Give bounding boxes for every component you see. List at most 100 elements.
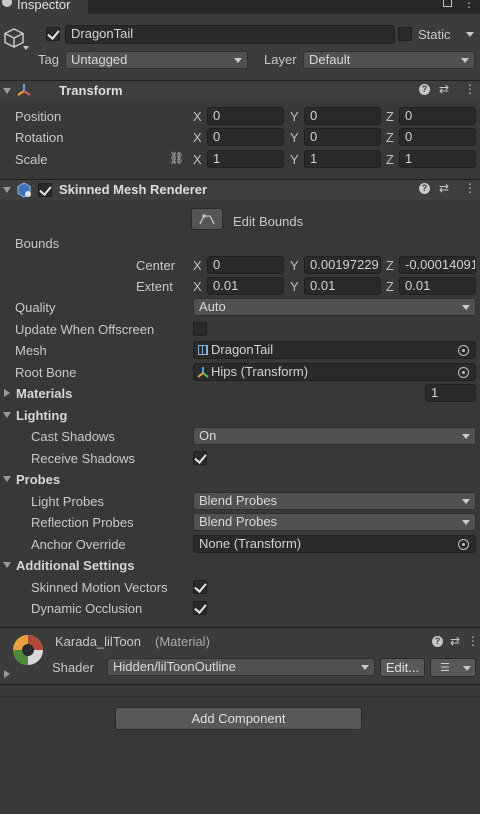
shader-value: Hidden/lilToonOutline: [113, 659, 236, 674]
scale-x-field[interactable]: 1: [207, 150, 284, 168]
update-offscreen-checkbox[interactable]: [193, 322, 207, 336]
scale-x-label[interactable]: X: [193, 152, 202, 168]
shader-options-button[interactable]: ☰: [430, 658, 476, 677]
extent-z-field[interactable]: 0.01: [399, 277, 476, 295]
extent-y-field[interactable]: 0.01: [304, 277, 381, 295]
materials-count-field[interactable]: 1: [425, 384, 476, 402]
center-z-label[interactable]: Z: [386, 258, 394, 274]
center-x-label[interactable]: X: [193, 258, 202, 274]
skinned-motion-vectors-checkbox[interactable]: [193, 580, 207, 594]
skinned-mesh-renderer-icon: [17, 182, 31, 198]
constrain-proportions-icon[interactable]: ⛓: [169, 151, 184, 165]
scale-y-label[interactable]: Y: [290, 152, 299, 168]
extent-x-label[interactable]: X: [193, 279, 202, 295]
probes-foldout-icon[interactable]: [3, 476, 11, 482]
icon-dropdown-arrow-icon[interactable]: [23, 46, 29, 50]
quality-dropdown[interactable]: Auto: [193, 298, 476, 316]
light-probes-dropdown[interactable]: Blend Probes: [193, 492, 476, 510]
smr-foldout-icon[interactable]: [3, 187, 11, 193]
center-y-field[interactable]: 0.00197229: [304, 256, 381, 274]
transform-icon: [17, 84, 31, 96]
edit-bounds-button[interactable]: [191, 208, 223, 230]
receive-shadows-checkbox[interactable]: [193, 451, 207, 465]
tab-menu-icon[interactable]: ⋮: [463, 0, 475, 10]
position-z-field[interactable]: 0: [399, 107, 476, 125]
position-label: Position: [15, 109, 62, 124]
transform-title: Transform: [59, 83, 123, 98]
presets-icon[interactable]: ⇄: [439, 82, 449, 96]
center-y-label[interactable]: Y: [290, 258, 299, 274]
reflection-probes-dropdown[interactable]: Blend Probes: [193, 513, 476, 531]
help-icon[interactable]: ?: [419, 183, 430, 194]
quality-label: Quality: [15, 300, 56, 315]
gameobject-icon[interactable]: [3, 27, 25, 49]
static-dropdown-arrow-icon[interactable]: [466, 32, 474, 37]
probes-label[interactable]: Probes: [16, 472, 60, 488]
anchor-override-object-field[interactable]: None (Transform): [193, 535, 476, 553]
extent-z-label[interactable]: Z: [386, 279, 394, 295]
info-icon: [2, 0, 12, 7]
shader-label: Shader: [52, 660, 94, 675]
scale-z-label[interactable]: Z: [386, 152, 394, 168]
object-picker-icon[interactable]: [458, 367, 469, 378]
extent-x-field[interactable]: 0.01: [207, 277, 284, 295]
object-picker-icon[interactable]: [458, 539, 469, 550]
material-foldout-icon[interactable]: [4, 670, 10, 678]
position-x-label[interactable]: X: [193, 109, 202, 125]
additional-settings-foldout-icon[interactable]: [3, 562, 11, 568]
chevron-down-icon: [462, 499, 470, 504]
scale-y-field[interactable]: 1: [304, 150, 381, 168]
lighting-label[interactable]: Lighting: [16, 408, 67, 424]
smr-enabled-checkbox[interactable]: [38, 183, 52, 197]
presets-icon[interactable]: ⇄: [439, 181, 449, 195]
mesh-object-field[interactable]: DragonTail: [193, 341, 476, 359]
lock-icon[interactable]: [443, 0, 452, 7]
root-bone-object-field[interactable]: Hips (Transform): [193, 363, 476, 381]
dynamic-occlusion-checkbox[interactable]: [193, 601, 207, 615]
materials-foldout-icon[interactable]: [4, 389, 10, 397]
material-preview-icon[interactable]: [12, 634, 44, 666]
object-name-field[interactable]: DragonTail: [65, 25, 395, 44]
position-x-field[interactable]: 0: [207, 107, 284, 125]
additional-settings-label[interactable]: Additional Settings: [16, 558, 134, 574]
help-icon[interactable]: ?: [419, 84, 430, 95]
component-menu-icon[interactable]: ⋮: [464, 82, 476, 96]
component-menu-icon[interactable]: ⋮: [464, 181, 476, 195]
rotation-y-label[interactable]: Y: [290, 130, 299, 146]
material-name: Karada_lilToon: [55, 634, 142, 649]
layer-dropdown[interactable]: Default: [303, 51, 475, 69]
extent-y-label[interactable]: Y: [290, 279, 299, 295]
help-icon[interactable]: ?: [432, 636, 443, 647]
cast-shadows-dropdown[interactable]: On: [193, 427, 476, 445]
position-y-label[interactable]: Y: [290, 109, 299, 125]
center-z-field[interactable]: -0.00014091: [399, 256, 476, 274]
tag-dropdown[interactable]: Untagged: [65, 51, 248, 69]
shader-edit-button[interactable]: Edit...: [380, 658, 425, 677]
lighting-foldout-icon[interactable]: [3, 412, 11, 418]
rotation-y-field[interactable]: 0: [304, 128, 381, 146]
object-picker-icon[interactable]: [458, 345, 469, 356]
scale-label: Scale: [15, 152, 48, 167]
rotation-z-field[interactable]: 0: [399, 128, 476, 146]
center-label: Center: [136, 258, 176, 273]
scale-z-field[interactable]: 1: [399, 150, 476, 168]
transform-foldout-icon[interactable]: [3, 88, 11, 94]
rotation-z-label[interactable]: Z: [386, 130, 394, 146]
component-menu-icon[interactable]: ⋮: [467, 634, 479, 648]
materials-label[interactable]: Materials: [16, 386, 72, 402]
presets-icon[interactable]: ⇄: [450, 634, 460, 648]
position-y-field[interactable]: 0: [304, 107, 381, 125]
inspector-tab[interactable]: Inspector: [0, 0, 88, 14]
rotation-x-label[interactable]: X: [193, 130, 202, 146]
smr-title: Skinned Mesh Renderer: [59, 182, 208, 197]
add-component-button[interactable]: Add Component: [115, 707, 362, 730]
list-icon: ☰: [440, 662, 450, 674]
mesh-label: Mesh: [15, 343, 47, 358]
active-checkbox[interactable]: [46, 27, 60, 41]
static-checkbox[interactable]: [398, 27, 412, 41]
position-z-label[interactable]: Z: [386, 109, 394, 125]
chevron-down-icon: [462, 520, 470, 525]
shader-dropdown[interactable]: Hidden/lilToonOutline: [107, 658, 375, 676]
rotation-x-field[interactable]: 0: [207, 128, 284, 146]
center-x-field[interactable]: 0: [207, 256, 284, 274]
